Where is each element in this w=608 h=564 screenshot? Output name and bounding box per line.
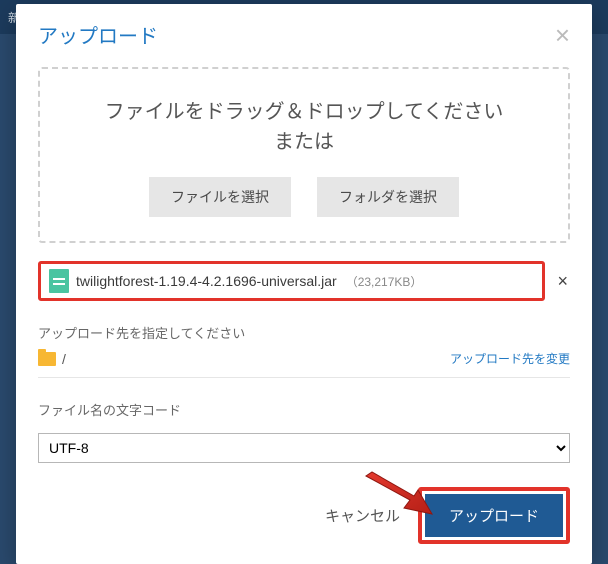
dropzone-line2: または [40,127,568,157]
dropzone-line1: ファイルをドラッグ＆ドロップしてください [40,97,568,127]
dropzone[interactable]: ファイルをドラッグ＆ドロップしてください または ファイルを選択 フォルダを選択 [38,67,570,243]
destination-section: アップロード先を指定してください / アップロード先を変更 [38,323,570,378]
modal-header: アップロード × [16,4,592,67]
destination-path-text: / [62,351,66,367]
select-folder-button[interactable]: フォルダを選択 [317,177,459,217]
destination-path: / [38,351,66,367]
upload-button-highlight: アップロード [418,487,570,544]
remove-file-icon[interactable]: × [555,271,570,292]
dropzone-buttons: ファイルを選択 フォルダを選択 [40,177,568,217]
upload-modal: アップロード × ファイルをドラッグ＆ドロップしてください または ファイルを選… [16,4,592,564]
select-file-button[interactable]: ファイルを選択 [149,177,291,217]
destination-label: アップロード先を指定してください [38,323,570,342]
modal-overlay: アップロード × ファイルをドラッグ＆ドロップしてください または ファイルを選… [0,0,608,547]
selected-file-size: （23,217KB） [346,273,423,290]
close-icon[interactable]: × [555,22,570,48]
encoding-label: ファイル名の文字コード [38,400,570,419]
encoding-select[interactable]: UTF-8 [38,433,570,463]
modal-footer: キャンセル アップロード [16,463,592,564]
encoding-section: ファイル名の文字コード UTF-8 [38,400,570,463]
selected-file-name: twilightforest-1.19.4-4.2.1696-universal… [76,273,337,289]
selected-file-row: twilightforest-1.19.4-4.2.1696-universal… [38,261,570,301]
upload-button[interactable]: アップロード [425,494,563,537]
modal-title: アップロード [38,20,158,49]
file-icon [49,269,69,293]
destination-row: / アップロード先を変更 [38,350,570,378]
change-destination-link[interactable]: アップロード先を変更 [450,350,570,367]
selected-file-highlight: twilightforest-1.19.4-4.2.1696-universal… [38,261,545,301]
cancel-button[interactable]: キャンセル [325,505,400,526]
dropzone-message: ファイルをドラッグ＆ドロップしてください または [40,97,568,157]
folder-icon [38,352,56,366]
